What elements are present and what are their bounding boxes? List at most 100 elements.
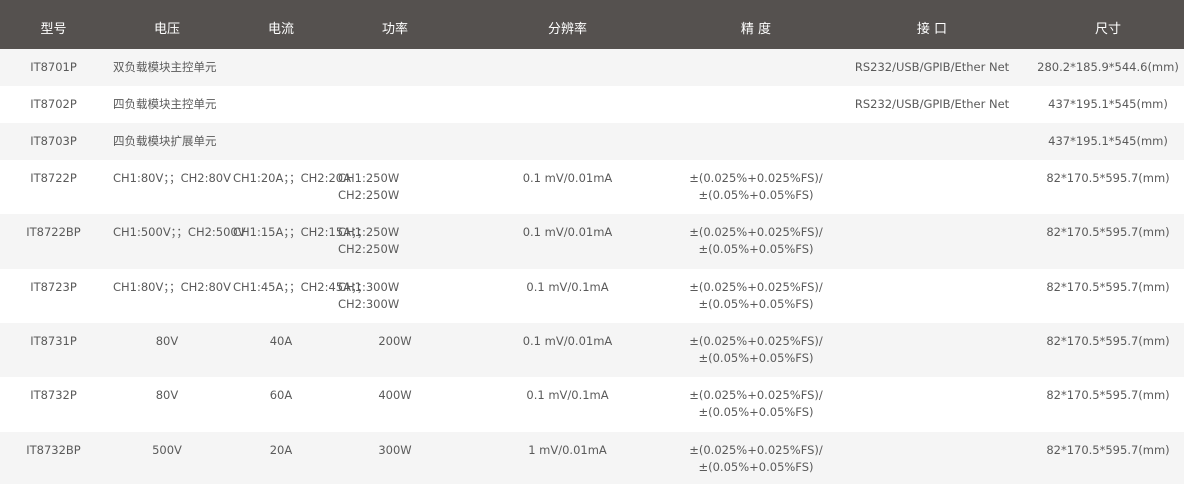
cell-accuracy [680,49,832,86]
cell-power [335,123,455,160]
cell-accuracy-line2: ±(0.05%+0.05%FS) [698,351,814,365]
cell-power-line1: CH1:300W [338,280,400,294]
cell-resolution: 1 mV/0.01mA [528,443,607,457]
cell-accuracy: ±(0.025%+0.025%FS)/ ±(0.05%+0.05%FS) [680,160,832,214]
cell-voltage: CH1:80V；；CH2:80V [113,280,231,294]
cell-voltage: CH1:500V；；CH2:500V [113,225,246,239]
cell-accuracy [680,86,832,123]
cell-resolution: 0.1 mV/0.01mA [522,171,613,185]
cell-interface [832,323,1032,377]
cell-current: 20A [269,443,293,457]
header-size: 尺寸 [1094,22,1121,37]
cell-accuracy-line2: ±(0.05%+0.05%FS) [698,242,814,256]
cell-size: 437*195.1*545(mm) [1048,97,1168,111]
cell-voltage: 四负载模块扩展单元 [113,134,217,148]
cell-resolution: 0.1 mV/0.1mA [526,280,609,294]
cell-interface [832,160,1032,214]
cell-resolution [455,86,680,123]
cell-model: IT8702P [30,97,77,111]
cell-interface: RS232/USB/GPIB/Ether Net [854,97,1010,111]
cell-accuracy-line1: ±(0.025%+0.025%FS)/ [689,280,823,294]
cell-interface [832,123,1032,160]
cell-accuracy-line1: ±(0.025%+0.025%FS)/ [689,388,823,402]
table-row: IT8702P 四负载模块主控单元 RS232/USB/GPIB/Ether N… [0,86,1184,123]
cell-resolution [455,123,680,160]
cell-accuracy [680,123,832,160]
cell-accuracy: ±(0.025%+0.025%FS)/ ±(0.05%+0.05%FS) [680,214,832,269]
cell-voltage: 80V [155,334,179,348]
cell-current: CH1:20A；；CH2:20A [233,171,351,185]
cell-size: 82*170.5*595.7(mm) [1046,171,1170,185]
cell-resolution: 0.1 mV/0.01mA [522,225,613,239]
cell-model: IT8703P [30,134,77,148]
table-row: IT8731P 80V 40A 200W 0.1 mV/0.01mA ±(0.0… [0,323,1184,377]
cell-power: 400W [378,388,412,402]
cell-accuracy-line1: ±(0.025%+0.025%FS)/ [689,171,823,185]
cell-accuracy-line1: ±(0.025%+0.025%FS)/ [689,443,823,457]
cell-size: 280.2*185.9*544.6(mm) [1037,60,1179,74]
cell-accuracy: ±(0.025%+0.025%FS)/ ±(0.05%+0.05%FS) [680,323,832,377]
header-current: 电流 [267,22,294,37]
header-model: 型号 [40,22,67,37]
cell-power: 300W [378,443,412,457]
cell-voltage: 双负载模块主控单元 [113,60,217,74]
cell-power: CH1:300W CH2:300W [335,269,455,323]
cell-current: CH1:45A；；CH2:45A；； [233,280,369,294]
cell-current: 60A [269,388,293,402]
cell-power: CH1:250W CH2:250W [335,214,455,269]
cell-accuracy-line2: ±(0.05%+0.05%FS) [698,188,814,202]
header-accuracy: 精 度 [740,22,772,37]
cell-accuracy: ±(0.025%+0.025%FS)/ ±(0.05%+0.05%FS) [680,269,832,323]
cell-model: IT8723P [30,280,77,294]
cell-interface [832,377,1032,432]
table-row: IT8723P CH1:80V；；CH2:80V CH1:45A；；CH2:45… [0,269,1184,323]
cell-power: CH1:250W CH2:250W [335,160,455,214]
table-row: IT8732BP 500V 20A 300W 1 mV/0.01mA ±(0.0… [0,432,1184,484]
cell-accuracy-line2: ±(0.05%+0.05%FS) [698,405,814,419]
cell-interface: RS232/USB/GPIB/Ether Net [854,60,1010,74]
cell-accuracy-line2: ±(0.05%+0.05%FS) [698,460,814,474]
cell-size: 82*170.5*595.7(mm) [1046,280,1170,294]
cell-power-line2: CH2:300W [338,297,400,311]
table-row: IT8722P CH1:80V；；CH2:80V CH1:20A；；CH2:20… [0,160,1184,214]
cell-power [335,49,455,86]
cell-power-line2: CH2:250W [338,188,400,202]
cell-interface [832,269,1032,323]
cell-model: IT8701P [30,60,77,74]
header-power: 功率 [381,22,408,37]
header-resolution: 分辨率 [547,22,587,37]
cell-power-line2: CH2:250W [338,242,400,256]
cell-interface [832,214,1032,269]
cell-accuracy: ±(0.025%+0.025%FS)/ ±(0.05%+0.05%FS) [680,377,832,432]
table-header-row: 型号 电压 电流 功率 分辨率 精 度 接 口 尺寸 [0,0,1184,49]
cell-accuracy-line1: ±(0.025%+0.025%FS)/ [689,334,823,348]
cell-voltage: 500V [152,443,182,457]
cell-power-line1: CH1:250W [338,225,400,239]
header-interface: 接 口 [916,22,948,37]
table-row: IT8722BP CH1:500V；；CH2:500V CH1:15A；；CH2… [0,214,1184,269]
header-voltage: 电压 [153,22,180,37]
table-row: IT8703P 四负载模块扩展单元 437*195.1*545(mm) [0,123,1184,160]
cell-size: 82*170.5*595.7(mm) [1046,225,1170,239]
cell-size: 82*170.5*595.7(mm) [1046,334,1170,348]
cell-accuracy: ±(0.025%+0.025%FS)/ ±(0.05%+0.05%FS) [680,432,832,484]
cell-current: 40A [269,334,293,348]
cell-model: IT8732P [30,388,77,402]
spec-table: 型号 电压 电流 功率 分辨率 精 度 接 口 尺寸 IT8701P 双负载模块… [0,0,1184,484]
cell-power-line1: CH1:250W [338,171,400,185]
cell-power: 200W [378,334,412,348]
cell-interface [832,432,1032,484]
cell-model: IT8732BP [26,443,81,457]
cell-size: 82*170.5*595.7(mm) [1046,388,1170,402]
cell-current: CH1:15A；；CH2:15A；； [233,225,369,239]
cell-voltage: 四负载模块主控单元 [113,97,217,111]
cell-voltage: 80V [155,388,179,402]
cell-resolution: 0.1 mV/0.01mA [522,334,613,348]
cell-model: IT8731P [30,334,77,348]
cell-power [335,86,455,123]
cell-resolution [455,49,680,86]
cell-voltage: CH1:80V；；CH2:80V [113,171,231,185]
cell-model: IT8722BP [26,225,81,239]
table-row: IT8732P 80V 60A 400W 0.1 mV/0.1mA ±(0.02… [0,377,1184,432]
table-row: IT8701P 双负载模块主控单元 RS232/USB/GPIB/Ether N… [0,49,1184,86]
